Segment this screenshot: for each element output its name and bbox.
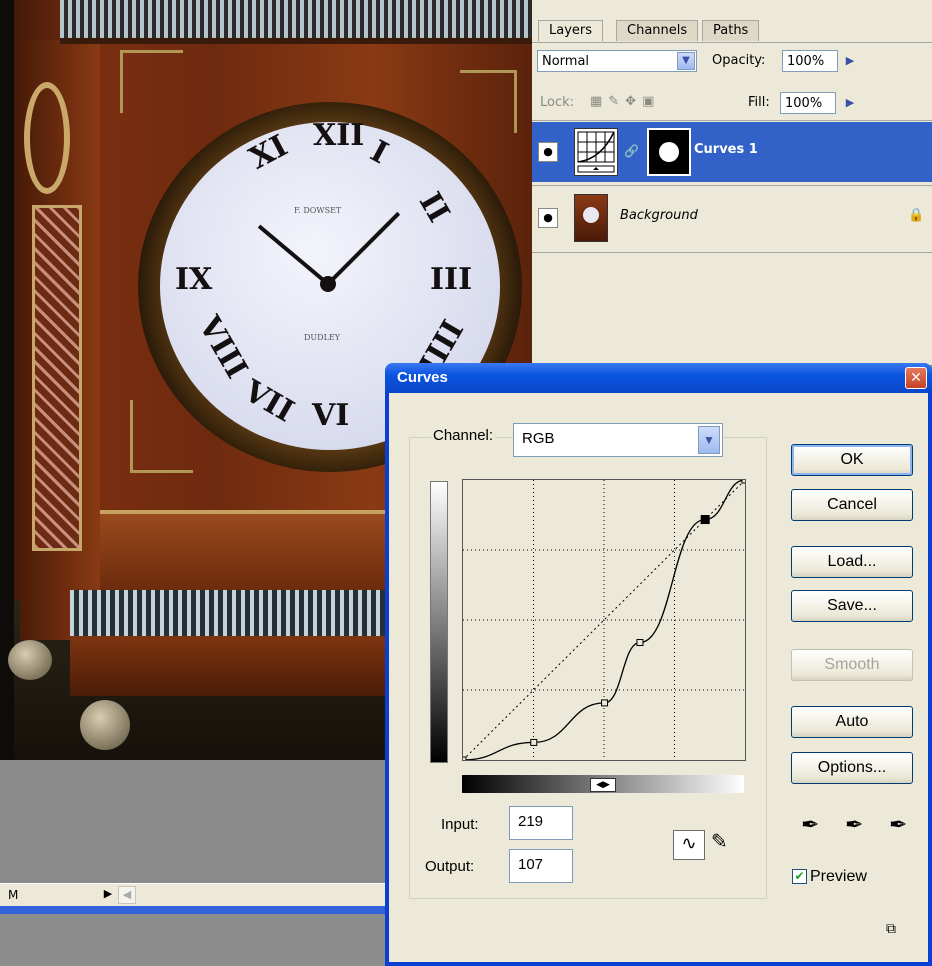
- curve-control-point[interactable]: [700, 515, 710, 525]
- layer-name[interactable]: Curves 1: [694, 142, 758, 157]
- lock-icons[interactable]: ▦✎✥▣: [590, 94, 660, 109]
- black-eyedropper-icon[interactable]: ✒: [801, 813, 819, 838]
- dialog-body: Channel: RGB ▼ ◀▶ Input: 219 Output: 107…: [389, 393, 928, 962]
- panel-tabs: Layers Channels Paths: [532, 0, 932, 43]
- gray-eyedropper-icon[interactable]: ✒: [845, 813, 863, 838]
- dialog-title: Curves: [397, 369, 448, 386]
- tab-layers[interactable]: Layers: [538, 20, 604, 41]
- curves-dialog: Curves ✕ Channel: RGB ▼ ◀▶ Input: 219 Ou…: [385, 363, 932, 966]
- expand-view-icon[interactable]: ⧉: [886, 921, 904, 939]
- curve-control-point[interactable]: [601, 699, 609, 707]
- channel-label: Channel:: [431, 427, 496, 444]
- clock-numeral: IX: [175, 262, 213, 297]
- clock-face-maker: F. DOWSET: [294, 206, 342, 215]
- thumbnail-clock-face: [583, 207, 599, 223]
- smooth-button[interactable]: Smooth: [791, 649, 913, 681]
- divider: [532, 185, 932, 186]
- dialog-titlebar[interactable]: Curves ✕: [385, 363, 932, 393]
- curves-adjustment-thumbnail: [574, 128, 618, 176]
- tab-paths[interactable]: Paths: [702, 20, 760, 41]
- white-eyedropper-icon[interactable]: ✒: [889, 813, 907, 838]
- channel-value: RGB: [522, 430, 555, 447]
- clock-foot: [8, 640, 52, 680]
- clock-face-place: DUDLEY: [304, 333, 341, 342]
- photo-left-edge: [0, 0, 14, 760]
- divider: [532, 252, 932, 253]
- preview-checkbox[interactable]: ✔: [792, 869, 807, 884]
- curve-control-point[interactable]: [741, 476, 749, 484]
- input-gradient-bar: ◀▶: [462, 775, 744, 793]
- workspace-background: [0, 914, 388, 966]
- clock-numeral: VI: [312, 398, 350, 433]
- load-button[interactable]: Load...: [791, 546, 913, 578]
- cancel-button[interactable]: Cancel: [791, 489, 913, 521]
- clock-ring-handle: [24, 82, 70, 194]
- divider: [532, 120, 932, 121]
- tab-channels[interactable]: Channels: [616, 20, 699, 41]
- brass-inlay: [120, 50, 183, 113]
- status-menu-arrow-icon[interactable]: ▶: [100, 886, 116, 902]
- scroll-left-icon[interactable]: ◀: [118, 886, 136, 904]
- chevron-down-icon[interactable]: ▼: [677, 52, 695, 70]
- clock-numeral: XII: [313, 118, 365, 153]
- blend-mode-dropdown[interactable]: Normal ▼: [537, 50, 697, 72]
- visibility-eye-icon[interactable]: ●: [538, 208, 558, 228]
- opacity-slider-arrow-icon[interactable]: ▶: [841, 50, 859, 72]
- zoom-readout[interactable]: M: [8, 888, 18, 902]
- layer-name[interactable]: Background: [620, 208, 698, 223]
- preview-label: Preview: [810, 868, 867, 885]
- layer-row-curves[interactable]: ● 🔗 Curves 1: [532, 122, 932, 182]
- curve-graph[interactable]: [459, 476, 749, 764]
- brass-inlay: [460, 70, 517, 133]
- opacity-input[interactable]: 100%: [782, 50, 838, 72]
- input-field[interactable]: 219: [509, 806, 573, 840]
- brass-inlay: [130, 400, 193, 473]
- chevron-down-icon[interactable]: ▼: [698, 426, 720, 454]
- pencil-tool-icon[interactable]: ✎: [711, 829, 728, 853]
- blend-mode-value: Normal: [542, 54, 590, 69]
- opacity-label: Opacity:: [712, 53, 766, 68]
- clock-crown-molding: [60, 0, 532, 44]
- auto-button[interactable]: Auto: [791, 706, 913, 738]
- fill-slider-arrow-icon[interactable]: ▶: [841, 92, 859, 114]
- save-button[interactable]: Save...: [791, 590, 913, 622]
- mask-circle: [659, 142, 679, 162]
- output-field[interactable]: 107: [509, 849, 573, 883]
- fill-label: Fill:: [748, 95, 770, 110]
- opacity-value: 100%: [787, 54, 825, 69]
- curve-plot[interactable]: [459, 476, 749, 764]
- ok-button[interactable]: OK: [791, 444, 913, 476]
- output-gradient-bar: [430, 481, 448, 763]
- output-label: Output:: [425, 858, 475, 875]
- output-value: 107: [518, 856, 544, 873]
- fill-input[interactable]: 100%: [780, 92, 836, 114]
- visibility-eye-icon[interactable]: ●: [538, 142, 558, 162]
- clock-numeral: III: [430, 262, 473, 297]
- clock-side-grille: [32, 205, 82, 551]
- layers-panel: Layers Channels Paths Normal ▼ Opacity: …: [532, 0, 932, 365]
- input-value: 219: [518, 813, 544, 830]
- gradient-toggle-icon[interactable]: ◀▶: [590, 778, 616, 792]
- options-button[interactable]: Options...: [791, 752, 913, 784]
- channel-dropdown[interactable]: RGB ▼: [513, 423, 723, 457]
- input-label: Input:: [441, 816, 479, 833]
- layer-row-background[interactable]: ● Background 🔒: [532, 188, 932, 248]
- lock-label: Lock:: [540, 95, 575, 110]
- background-layer-thumbnail: [574, 194, 608, 242]
- clock-hub: [320, 276, 336, 292]
- lock-icon: 🔒: [908, 208, 925, 223]
- link-chain-icon[interactable]: 🔗: [624, 144, 639, 158]
- close-icon[interactable]: ✕: [905, 367, 927, 389]
- document-window-border: [0, 906, 388, 914]
- curve-control-point[interactable]: [459, 756, 467, 764]
- curve-point-tool-icon[interactable]: ∿: [673, 830, 705, 860]
- document-status-bar: M ▶ ◀: [0, 883, 388, 907]
- clock-foot: [80, 700, 130, 750]
- curve-control-point[interactable]: [636, 639, 644, 647]
- curves-grid-icon: [577, 131, 615, 173]
- curve-control-point[interactable]: [530, 738, 538, 746]
- layer-mask-thumbnail[interactable]: [647, 128, 691, 176]
- fill-value: 100%: [785, 96, 823, 111]
